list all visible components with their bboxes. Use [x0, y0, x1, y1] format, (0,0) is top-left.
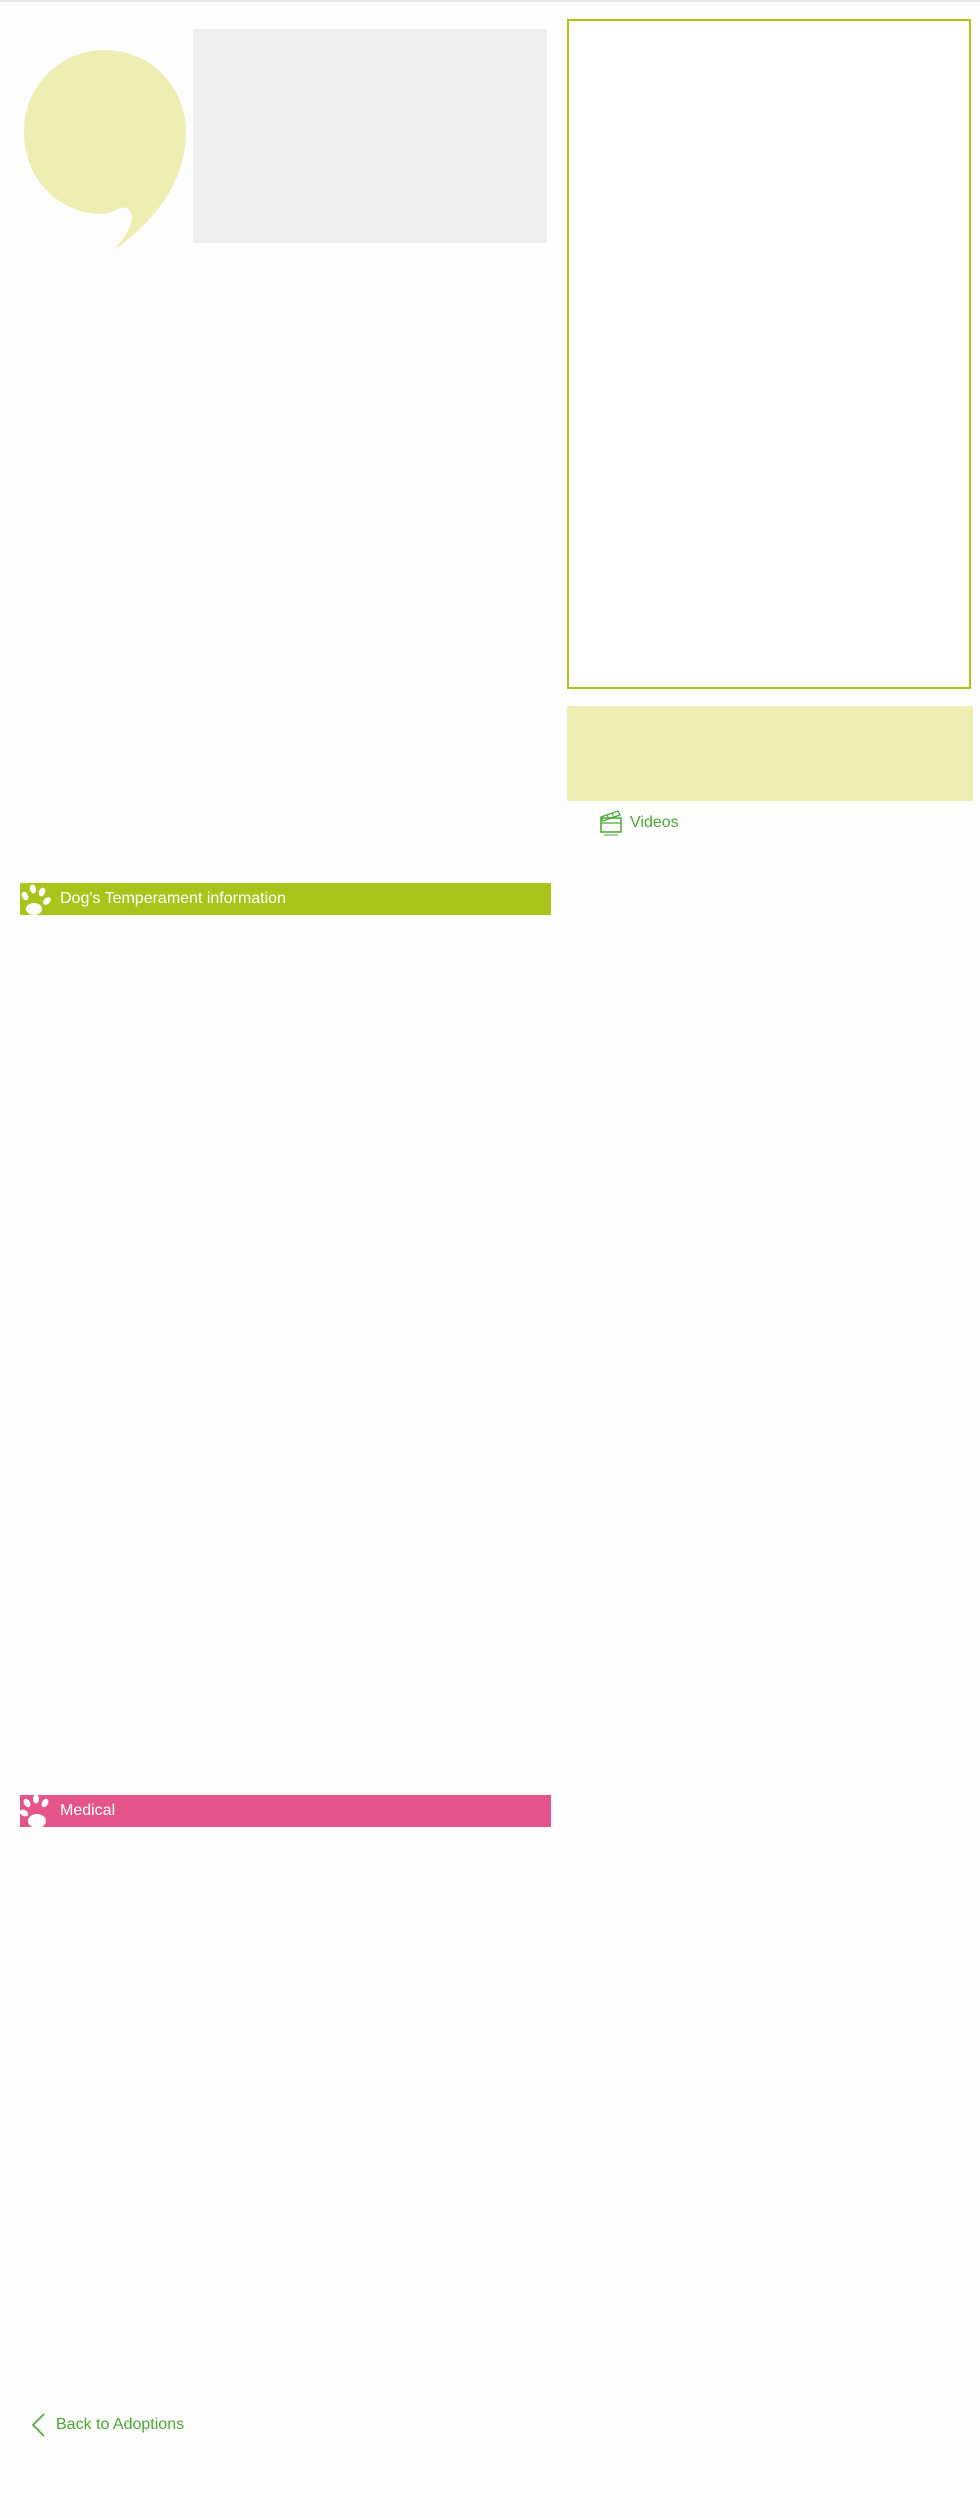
chevron-left-icon — [31, 2413, 45, 2437]
medical-section-header: Medical — [20, 1795, 551, 1827]
temperament-section-header: Dog's Temperament information — [20, 883, 551, 915]
section-title: Medical — [60, 1802, 116, 1819]
videos-link[interactable]: Videos — [600, 808, 679, 838]
section-title: Dog's Temperament information — [60, 890, 286, 907]
quote-mark-icon — [24, 50, 186, 250]
paw-print-icon — [20, 1795, 49, 1827]
videos-link-label: Videos — [630, 814, 679, 831]
back-to-adoptions-link[interactable]: Back to Adoptions — [30, 2412, 184, 2438]
media-info-panel — [567, 706, 973, 801]
back-link-label: Back to Adoptions — [56, 2416, 185, 2433]
media-frame — [567, 19, 971, 689]
quote-image-placeholder — [193, 29, 547, 243]
film-clapper-icon — [600, 810, 622, 836]
paw-print-icon — [21, 884, 51, 915]
top-divider — [0, 0, 980, 2]
